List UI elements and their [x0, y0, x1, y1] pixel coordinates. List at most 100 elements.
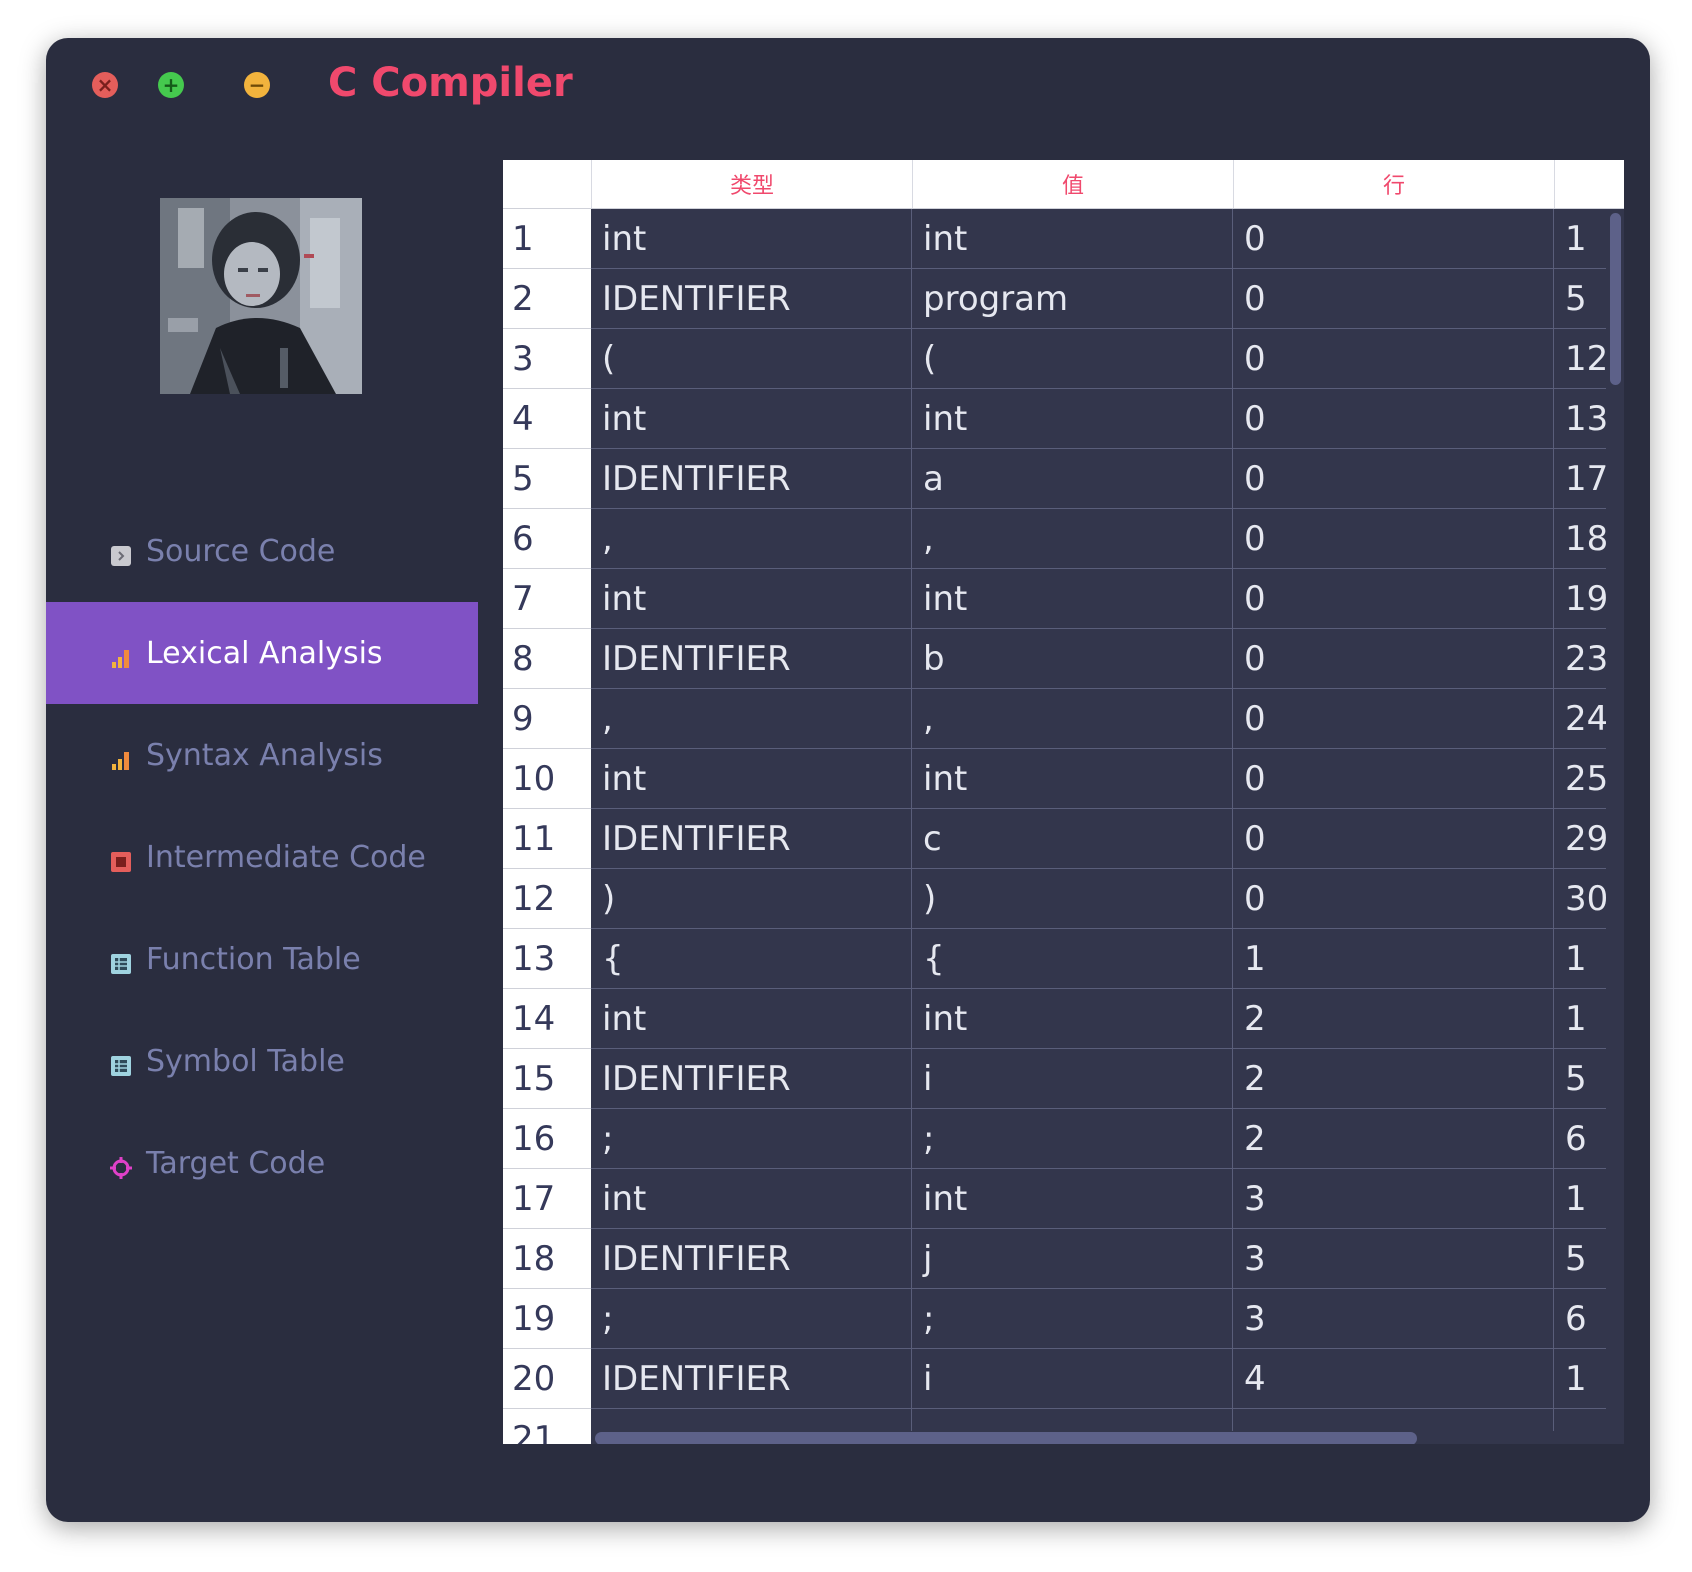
cell-value[interactable]: int [912, 749, 1233, 809]
table-row[interactable]: int int 0 25 [591, 749, 1607, 809]
table-row[interactable]: ,, 0 24 [591, 689, 1607, 749]
cell-line[interactable]: 3 [1233, 1169, 1554, 1229]
cell-line[interactable]: 0 [1233, 509, 1554, 569]
cell-column[interactable]: 13 [1554, 389, 1607, 449]
cell-value[interactable]: ; [912, 1109, 1233, 1169]
cell-value[interactable]: b [912, 629, 1233, 689]
cell-line[interactable]: 0 [1233, 449, 1554, 509]
cell-value[interactable]: int [912, 209, 1233, 269]
cell-column[interactable]: 19 [1554, 569, 1607, 629]
column-header-column[interactable] [1554, 160, 1624, 208]
cell-column[interactable] [1554, 1409, 1607, 1431]
cell-value[interactable]: ) [912, 869, 1233, 929]
cell-value[interactable]: a [912, 449, 1233, 509]
cell-column[interactable]: 24 [1554, 689, 1607, 749]
cell-line[interactable]: 2 [1233, 1109, 1554, 1169]
sidebar-item-source-code[interactable]: Source Code [46, 500, 478, 602]
cell-type[interactable]: ( [591, 329, 912, 389]
table-row[interactable]: int int 3 1 [591, 1169, 1607, 1229]
cell-line[interactable]: 0 [1233, 749, 1554, 809]
maximize-window-button[interactable]: + [158, 72, 184, 98]
sidebar-item-function-table[interactable]: Function Table [46, 908, 478, 1010]
cell-line[interactable]: 3 [1233, 1229, 1554, 1289]
sidebar-item-target-code[interactable]: Target Code [46, 1112, 478, 1214]
cell-column[interactable]: 5 [1554, 1229, 1607, 1289]
cell-column[interactable]: 1 [1554, 929, 1607, 989]
sidebar-item-intermediate-code[interactable]: Intermediate Code [46, 806, 478, 908]
table-row[interactable]: int int 0 13 [591, 389, 1607, 449]
cell-line[interactable] [1233, 1409, 1554, 1431]
cell-column[interactable]: 23 [1554, 629, 1607, 689]
cell-column[interactable]: 1 [1554, 1169, 1607, 1229]
cell-value[interactable]: int [912, 569, 1233, 629]
cell-value[interactable]: c [912, 809, 1233, 869]
cell-line[interactable]: 0 [1233, 689, 1554, 749]
cell-line[interactable]: 2 [1233, 1049, 1554, 1109]
cell-line[interactable]: 0 [1233, 389, 1554, 449]
cell-type[interactable]: int [591, 569, 912, 629]
cell-column[interactable]: 5 [1554, 269, 1607, 329]
sidebar-item-symbol-table[interactable]: Symbol Table [46, 1010, 478, 1112]
cell-type[interactable]: ) [591, 869, 912, 929]
cell-value[interactable]: i [912, 1349, 1233, 1409]
cell-type[interactable]: IDENTIFIER [591, 269, 912, 329]
sidebar-item-syntax-analysis[interactable]: Syntax Analysis [46, 704, 478, 806]
cell-line[interactable]: 2 [1233, 989, 1554, 1049]
cell-type[interactable]: IDENTIFIER [591, 629, 912, 689]
cell-type[interactable]: int [591, 209, 912, 269]
cell-column[interactable]: 6 [1554, 1109, 1607, 1169]
table-row[interactable]: IDENTIFIER i 4 1 [591, 1349, 1607, 1409]
cell-column[interactable]: 1 [1554, 1349, 1607, 1409]
cell-value[interactable]: j [912, 1229, 1233, 1289]
vertical-scrollbar-thumb[interactable] [1610, 213, 1621, 385]
cell-value[interactable]: program [912, 269, 1233, 329]
cell-line[interactable]: 3 [1233, 1289, 1554, 1349]
cell-value[interactable]: , [912, 509, 1233, 569]
column-header-value[interactable]: 值 [912, 160, 1233, 208]
table-row[interactable] [591, 1409, 1607, 1431]
cell-type[interactable]: int [591, 389, 912, 449]
cell-line[interactable]: 1 [1233, 929, 1554, 989]
cell-type[interactable]: ; [591, 1109, 912, 1169]
cell-type[interactable]: int [591, 1169, 912, 1229]
cell-line[interactable]: 0 [1233, 629, 1554, 689]
cell-line[interactable]: 0 [1233, 329, 1554, 389]
cell-type[interactable]: int [591, 989, 912, 1049]
cell-type[interactable]: int [591, 749, 912, 809]
vertical-scrollbar[interactable] [1606, 209, 1624, 1431]
cell-column[interactable]: 1 [1554, 209, 1607, 269]
cell-value[interactable]: ; [912, 1289, 1233, 1349]
cell-line[interactable]: 4 [1233, 1349, 1554, 1409]
table-row[interactable]: IDENTIFIER j 3 5 [591, 1229, 1607, 1289]
cell-value[interactable]: ( [912, 329, 1233, 389]
table-row[interactable]: ;; 2 6 [591, 1109, 1607, 1169]
cell-value[interactable]: int [912, 389, 1233, 449]
cell-type[interactable]: IDENTIFIER [591, 809, 912, 869]
cell-column[interactable]: 5 [1554, 1049, 1607, 1109]
table-row[interactable]: IDENTIFIER a 0 17 [591, 449, 1607, 509]
cell-column[interactable]: 18 [1554, 509, 1607, 569]
cell-column[interactable]: 30 [1554, 869, 1607, 929]
table-row[interactable]: )) 0 30 [591, 869, 1607, 929]
table-row[interactable]: IDENTIFIER c 0 29 [591, 809, 1607, 869]
cell-value[interactable]: int [912, 1169, 1233, 1229]
cell-value[interactable]: int [912, 989, 1233, 1049]
table-row[interactable]: IDENTIFIER program 0 5 [591, 269, 1607, 329]
cell-type[interactable]: IDENTIFIER [591, 1349, 912, 1409]
cell-value[interactable]: , [912, 689, 1233, 749]
table-row[interactable]: ;; 3 6 [591, 1289, 1607, 1349]
cell-line[interactable]: 0 [1233, 269, 1554, 329]
cell-type[interactable]: { [591, 929, 912, 989]
cell-type[interactable]: , [591, 509, 912, 569]
cell-type[interactable]: IDENTIFIER [591, 1229, 912, 1289]
cell-value[interactable]: i [912, 1049, 1233, 1109]
sidebar-item-lexical-analysis[interactable]: Lexical Analysis [46, 602, 478, 704]
cell-value[interactable] [912, 1409, 1233, 1431]
cell-line[interactable]: 0 [1233, 869, 1554, 929]
column-header-line[interactable]: 行 [1233, 160, 1554, 208]
cell-column[interactable]: 17 [1554, 449, 1607, 509]
cell-column[interactable]: 1 [1554, 989, 1607, 1049]
cell-type[interactable]: , [591, 689, 912, 749]
cell-type[interactable] [591, 1409, 912, 1431]
cell-column[interactable]: 25 [1554, 749, 1607, 809]
